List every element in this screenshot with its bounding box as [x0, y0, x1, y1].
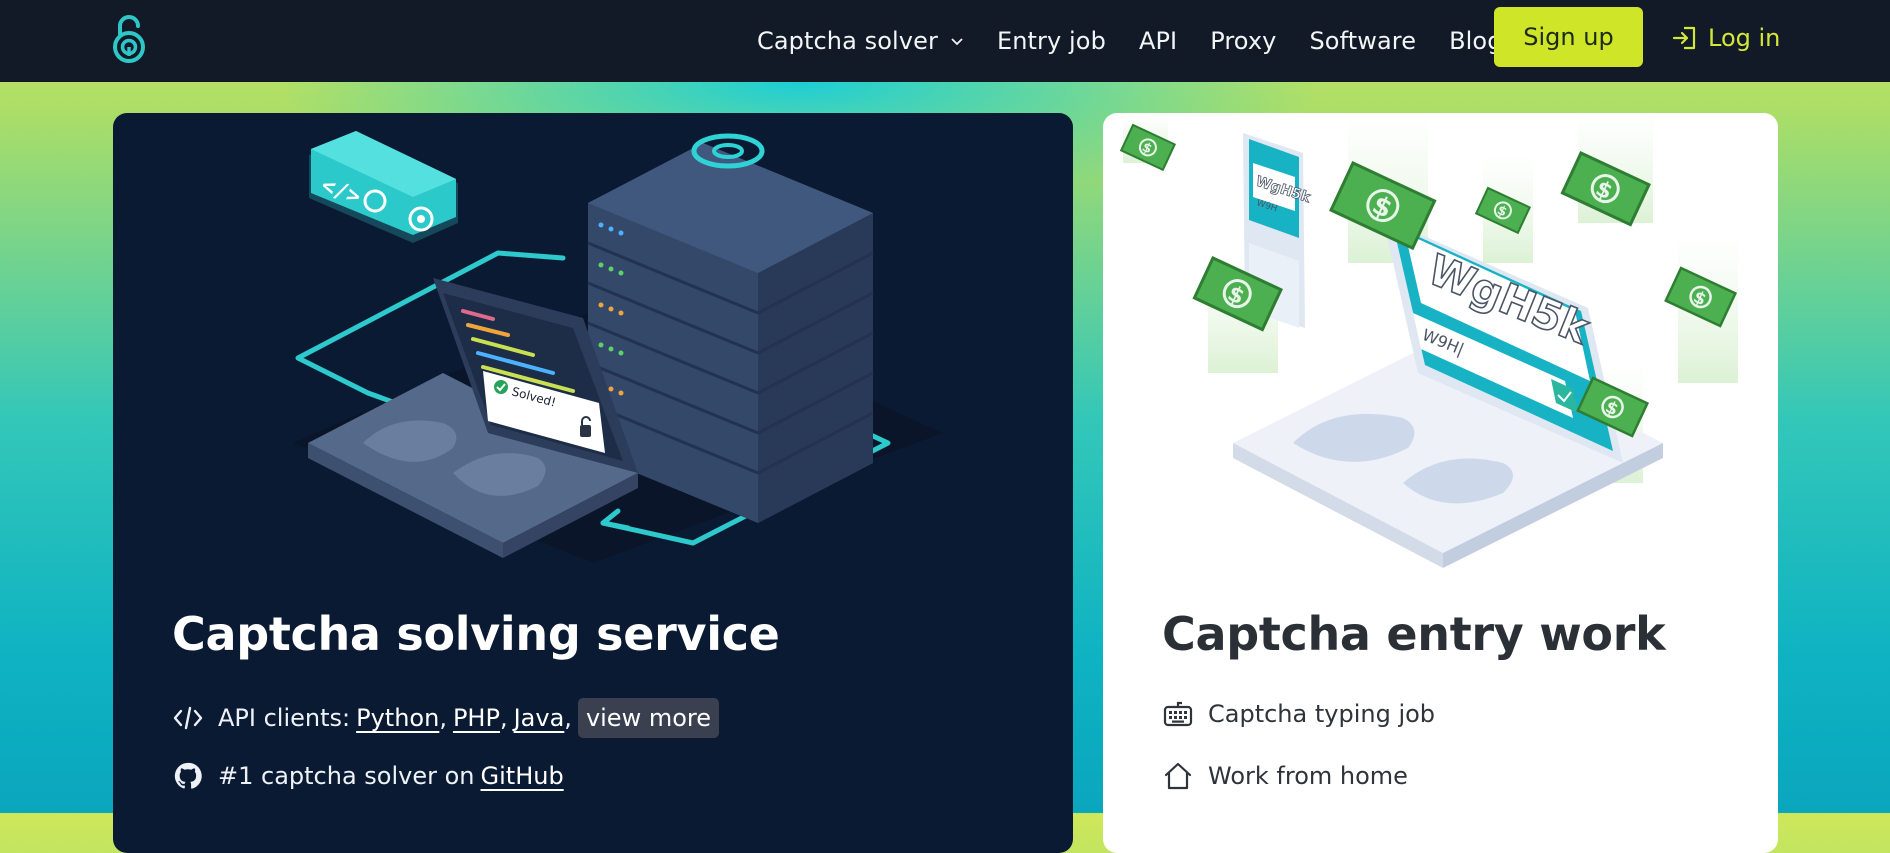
captcha-entry-card[interactable]: WgH5k W9H| WgH5k W9H $ $ $ $ $ $ $ Captc… — [1103, 113, 1778, 853]
main-menu: Captcha solver Entry job API Proxy Softw… — [757, 0, 1536, 82]
java-link[interactable]: Java — [514, 704, 565, 732]
server-laptop-illustration: Solved! </> — [293, 131, 943, 563]
nav-item-software[interactable]: Software — [1309, 27, 1416, 55]
entry-card-title: Captcha entry work — [1162, 607, 1666, 661]
nav-item-proxy[interactable]: Proxy — [1210, 27, 1276, 55]
chevron-down-icon — [951, 38, 963, 46]
entry-feature-typing: Captcha typing job — [1162, 698, 1435, 730]
code-icon — [172, 702, 204, 734]
github-icon — [172, 760, 204, 792]
nav-item-captcha-solver[interactable]: Captcha solver — [757, 27, 964, 55]
view-more-button[interactable]: view more — [577, 698, 719, 738]
home-icon — [1162, 760, 1194, 792]
nav-item-entry-job[interactable]: Entry job — [997, 27, 1106, 55]
log-in-link[interactable]: Log in — [1672, 18, 1780, 58]
sign-up-button[interactable]: Sign up — [1494, 7, 1643, 67]
lock-logo-icon[interactable] — [110, 14, 150, 64]
solver-card-title: Captcha solving service — [172, 607, 780, 661]
login-icon — [1672, 26, 1696, 50]
php-link[interactable]: PHP — [453, 704, 500, 732]
entry-feature-home: Work from home — [1162, 760, 1408, 792]
github-row: #1 captcha solver on GitHub — [172, 760, 564, 792]
python-link[interactable]: Python — [356, 704, 439, 732]
captcha-solver-card[interactable]: Solved! </> Captcha solving service API … — [113, 113, 1073, 853]
entry-work-illustration: WgH5k W9H| WgH5k W9H $ $ $ $ $ $ $ — [1119, 113, 1738, 568]
code-plugin-settings-panel: </> — [309, 131, 458, 243]
nav-item-api[interactable]: API — [1139, 27, 1177, 55]
github-link[interactable]: GitHub — [481, 762, 564, 790]
api-clients-row: API clients: Python, PHP, Java, view mor… — [172, 698, 719, 738]
keyboard-icon — [1162, 698, 1194, 730]
top-navbar: Captcha solver Entry job API Proxy Softw… — [0, 0, 1890, 82]
